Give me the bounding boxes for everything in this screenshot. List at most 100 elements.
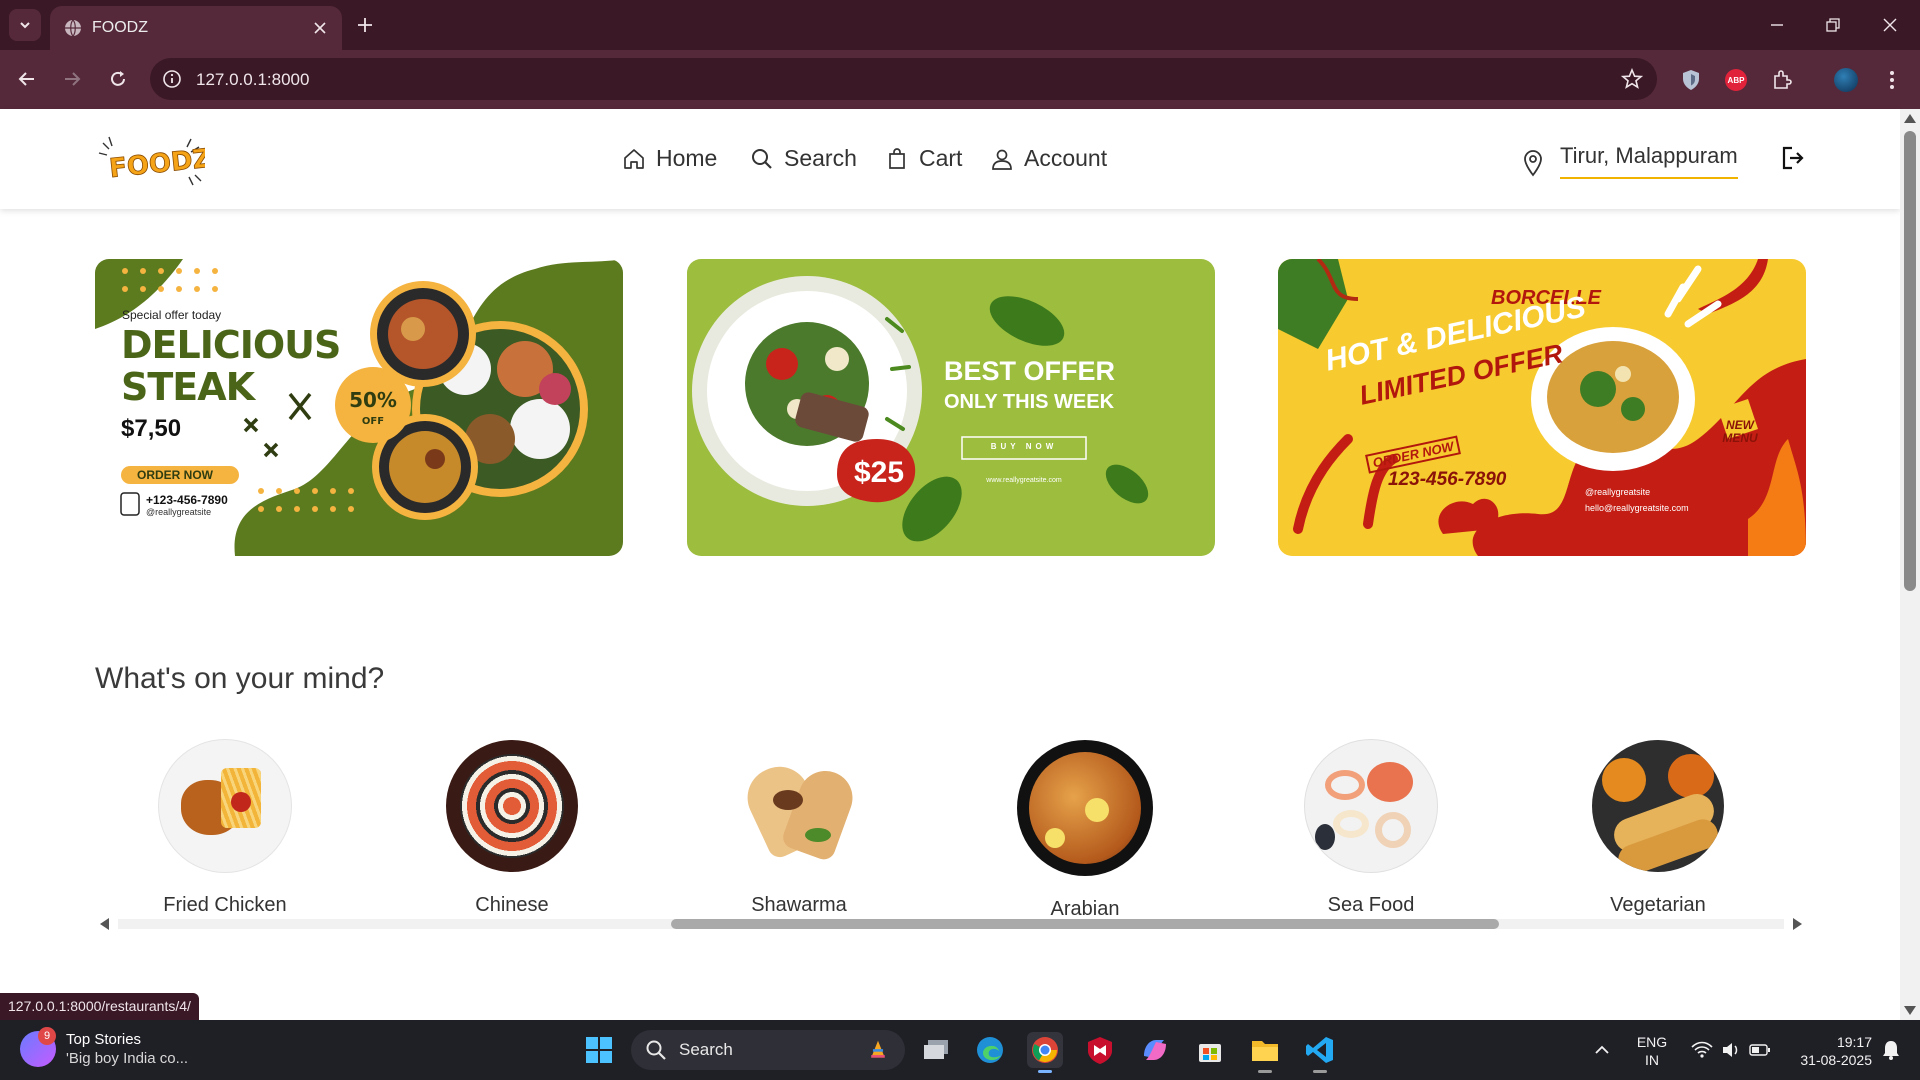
volume-icon	[1723, 1043, 1738, 1057]
location-selector[interactable]: Tirur, Malappuram	[1522, 143, 1738, 179]
nav-account[interactable]: Account	[990, 145, 1107, 172]
svg-text:FOODZ: FOODZ	[108, 144, 205, 185]
offer-banner-steak[interactable]: 50% OFF Special offer today DELICIOUS ST…	[95, 259, 623, 556]
category-sea-food[interactable]: Sea Food	[1281, 740, 1461, 917]
category-label: Vegetarian	[1610, 894, 1706, 916]
arrow-left-icon	[18, 72, 34, 86]
nav-home[interactable]: Home	[622, 145, 717, 172]
home-icon	[624, 148, 644, 169]
mcafee-app[interactable]	[1082, 1032, 1118, 1068]
category-vegetarian[interactable]: Vegetarian	[1568, 740, 1748, 917]
page-scrollbar[interactable]	[1900, 109, 1920, 1020]
account-icon	[992, 149, 1012, 170]
wifi-icon	[1691, 1041, 1713, 1058]
scroll-thumb[interactable]	[671, 919, 1499, 929]
link-status-bubble: 127.0.0.1:8000/restaurants/4/	[0, 993, 199, 1020]
notifications-button[interactable]	[1876, 1032, 1906, 1068]
banner-steak-phone: +123-456-7890	[146, 493, 228, 507]
sea-food-image	[1305, 740, 1437, 872]
banner-steak-cta: ORDER NOW	[137, 468, 213, 482]
category-label: Fried Chicken	[163, 894, 287, 916]
banner-steak-kicker: Special offer today	[122, 308, 222, 322]
banner-salad-title2: ONLY THIS WEEK	[944, 391, 1115, 413]
nav-cart[interactable]: Cart	[885, 145, 962, 172]
plus-icon	[358, 18, 372, 32]
show-hidden-icons-button[interactable]	[1584, 1032, 1620, 1068]
browser-menu-icon[interactable]	[1878, 66, 1906, 94]
browser-tab[interactable]: FOODZ	[50, 6, 342, 50]
category-fried-chicken[interactable]: Fried Chicken	[135, 740, 315, 917]
banner-steak-handle: @reallygreatsite	[146, 507, 212, 517]
news-widget[interactable]: 9 Top Stories 'Big boy India co...	[20, 1027, 188, 1068]
scroll-left-arrow-icon[interactable]	[100, 918, 109, 930]
vscode-app[interactable]	[1302, 1032, 1338, 1073]
system-tray-status[interactable]	[1686, 1032, 1776, 1068]
language-indicator[interactable]: ENG IN	[1632, 1033, 1672, 1069]
scroll-up-arrow-icon[interactable]	[1904, 114, 1916, 123]
browser-toolbar: 127.0.0.1:8000 ABP	[0, 50, 1920, 109]
browser-tab-bar: FOODZ	[0, 0, 1920, 50]
copilot-app[interactable]	[1137, 1032, 1173, 1068]
back-button[interactable]	[12, 64, 42, 94]
scroll-right-arrow-icon[interactable]	[1793, 918, 1802, 930]
vscode-icon	[1306, 1037, 1333, 1063]
page-scroll-thumb[interactable]	[1904, 131, 1916, 591]
active-app-indicator	[1038, 1070, 1052, 1073]
restore-button[interactable]	[1818, 10, 1848, 40]
reload-button[interactable]	[103, 64, 133, 94]
folder-icon	[1252, 1041, 1278, 1061]
offer-banner-salad[interactable]: BEST OFFER ONLY THIS WEEK BUY NOW $25 ww…	[687, 259, 1215, 556]
foodz-logo[interactable]: FOODZ	[95, 133, 205, 189]
forward-button[interactable]	[57, 64, 87, 94]
start-button[interactable]	[581, 1032, 617, 1068]
clock-date: 31-08-2025	[1800, 1052, 1872, 1068]
microsoft-store-app[interactable]	[1192, 1032, 1228, 1068]
banner-soup-social: @reallygreatsite	[1585, 487, 1651, 497]
vegetarian-image	[1592, 740, 1724, 872]
profile-avatar-icon[interactable]	[1832, 66, 1860, 94]
edge-app[interactable]	[972, 1032, 1008, 1068]
extensions-puzzle-icon[interactable]	[1768, 66, 1796, 94]
minimize-icon	[1771, 24, 1783, 26]
cart-icon	[889, 147, 905, 169]
category-label: Chinese	[475, 894, 549, 916]
nav-home-label: Home	[656, 145, 718, 171]
taskbar-search[interactable]: Search	[631, 1030, 905, 1070]
copilot-icon	[1144, 1040, 1166, 1060]
fried-chicken-image	[159, 740, 291, 872]
offer-banner-soup[interactable]: BORCELLE HOT & DELICIOUS LIMITED OFFER O…	[1278, 259, 1806, 556]
clock[interactable]: 19:17 31-08-2025	[1782, 1033, 1872, 1069]
scroll-down-arrow-icon[interactable]	[1904, 1006, 1916, 1015]
location-text[interactable]: Tirur, Malappuram	[1560, 143, 1738, 179]
category-shawarma[interactable]: Shawarma	[709, 740, 889, 917]
news-widget-icon: 9	[20, 1027, 56, 1067]
address-bar[interactable]: 127.0.0.1:8000	[150, 58, 1657, 100]
adblock-extension-icon[interactable]: ABP	[1722, 66, 1750, 94]
chrome-app[interactable]	[1027, 1032, 1063, 1073]
edge-icon	[977, 1037, 1003, 1063]
minimize-button[interactable]	[1762, 10, 1792, 40]
file-explorer-app[interactable]	[1247, 1032, 1283, 1073]
category-arabian[interactable]: Arabian	[995, 740, 1175, 921]
taskbar-search-label: Search	[679, 1040, 733, 1059]
url-text[interactable]: 127.0.0.1:8000	[196, 70, 309, 90]
banner-salad-cta: BUY NOW	[990, 442, 1058, 451]
close-tab-icon[interactable]	[310, 18, 330, 38]
nav-search-label: Search	[784, 145, 857, 171]
windows-logo-icon	[586, 1037, 612, 1063]
close-window-button[interactable]	[1875, 10, 1905, 40]
language-code: ENG	[1636, 1034, 1668, 1050]
shield-extension-icon[interactable]	[1677, 66, 1705, 94]
task-view-button[interactable]	[918, 1032, 954, 1068]
logout-icon[interactable]	[1780, 145, 1806, 171]
clock-time: 19:17	[1836, 1034, 1872, 1050]
new-tab-button[interactable]	[352, 12, 378, 38]
mcafee-shield-icon	[1088, 1037, 1112, 1064]
bookmark-star-icon[interactable]	[1621, 68, 1643, 90]
banner-salad-price: $25	[853, 456, 905, 489]
categories-scrollbar[interactable]	[98, 915, 1804, 933]
nav-search[interactable]: Search	[750, 145, 857, 172]
category-chinese[interactable]: Chinese	[422, 740, 602, 917]
tab-search-button[interactable]	[9, 9, 41, 41]
site-info-icon[interactable]	[160, 67, 184, 91]
